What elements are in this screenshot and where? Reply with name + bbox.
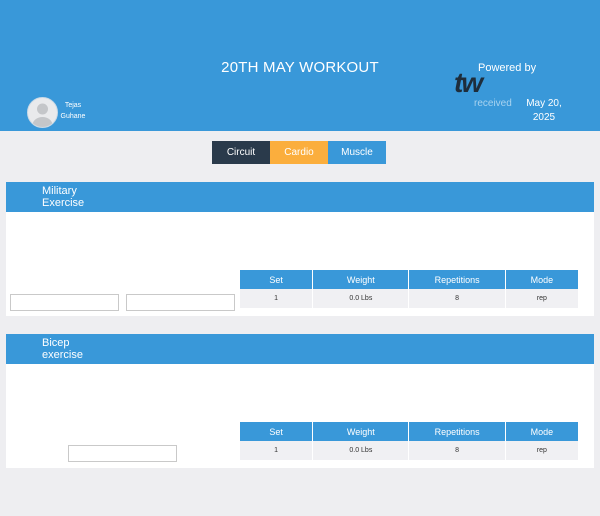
exercise-header: Military Exercise — [6, 182, 594, 212]
cell-reps: 8 — [408, 289, 506, 308]
col-weight: Weight — [312, 270, 410, 289]
col-repetitions: Repetitions — [408, 422, 506, 441]
col-set: Set — [240, 422, 314, 441]
user-last-name: Guhane — [60, 113, 86, 120]
exercise-card-bicep: Bicep exercise Set Weight Repetitions Mo… — [6, 334, 594, 468]
cell-mode: rep — [505, 289, 578, 308]
table-header-row: Set Weight Repetitions Mode — [240, 422, 578, 441]
col-mode: Mode — [505, 422, 578, 441]
cell-set: 1 — [240, 441, 314, 460]
cell-reps: 8 — [408, 441, 506, 460]
table-row: 1 0.0 Lbs 8 rep — [240, 289, 578, 308]
exercise-title: Bicep exercise — [42, 337, 112, 361]
col-set: Set — [240, 270, 314, 289]
avatar[interactable] — [27, 97, 58, 128]
table-row: 1 0.0 Lbs 8 rep — [240, 441, 578, 460]
exercise-card-military: Military Exercise Set Weight Repetitions… — [6, 182, 594, 316]
table-header-row: Set Weight Repetitions Mode — [240, 270, 578, 289]
user-name: Tejas Guhane — [58, 100, 88, 122]
exercise-input-1[interactable] — [68, 445, 177, 462]
exercise-title-line-2: Exercise — [42, 197, 85, 209]
exercise-input-2[interactable] — [126, 294, 235, 311]
date-line-2: 2025 — [532, 112, 556, 123]
cell-weight: 0.0 Lbs — [312, 441, 410, 460]
date-line-1: May 20, — [526, 98, 562, 109]
tab-circuit[interactable]: Circuit — [212, 141, 270, 164]
tab-cardio[interactable]: Cardio — [270, 141, 328, 164]
tab-muscle[interactable]: Muscle — [328, 141, 386, 164]
sets-table: Set Weight Repetitions Mode 1 0.0 Lbs 8 … — [240, 270, 578, 308]
exercise-title-line-1: Military — [42, 185, 77, 197]
exercise-input-1[interactable] — [10, 294, 119, 311]
page-header: 20TH MAY WORKOUT Tejas Guhane Powered by… — [0, 0, 600, 131]
col-repetitions: Repetitions — [408, 270, 506, 289]
sets-table: Set Weight Repetitions Mode 1 0.0 Lbs 8 … — [240, 422, 578, 460]
exercise-title-line-1: Bicep — [42, 337, 70, 349]
cell-weight: 0.0 Lbs — [312, 289, 410, 308]
received-label: received — [474, 98, 512, 109]
powered-by-label: Powered by — [478, 62, 537, 74]
exercise-header: Bicep exercise — [6, 334, 594, 364]
exercise-title-line-2: exercise — [42, 349, 83, 361]
user-first-name: Tejas — [64, 102, 82, 109]
user-icon — [32, 103, 53, 127]
exercise-title: Military Exercise — [42, 185, 112, 209]
col-mode: Mode — [505, 270, 578, 289]
cell-set: 1 — [240, 289, 314, 308]
col-weight: Weight — [312, 422, 410, 441]
category-tabs: Circuit Cardio Muscle — [212, 141, 386, 164]
tw-logo: tw — [454, 67, 483, 98]
cell-mode: rep — [505, 441, 578, 460]
received-date: May 20, 2025 — [522, 97, 566, 125]
